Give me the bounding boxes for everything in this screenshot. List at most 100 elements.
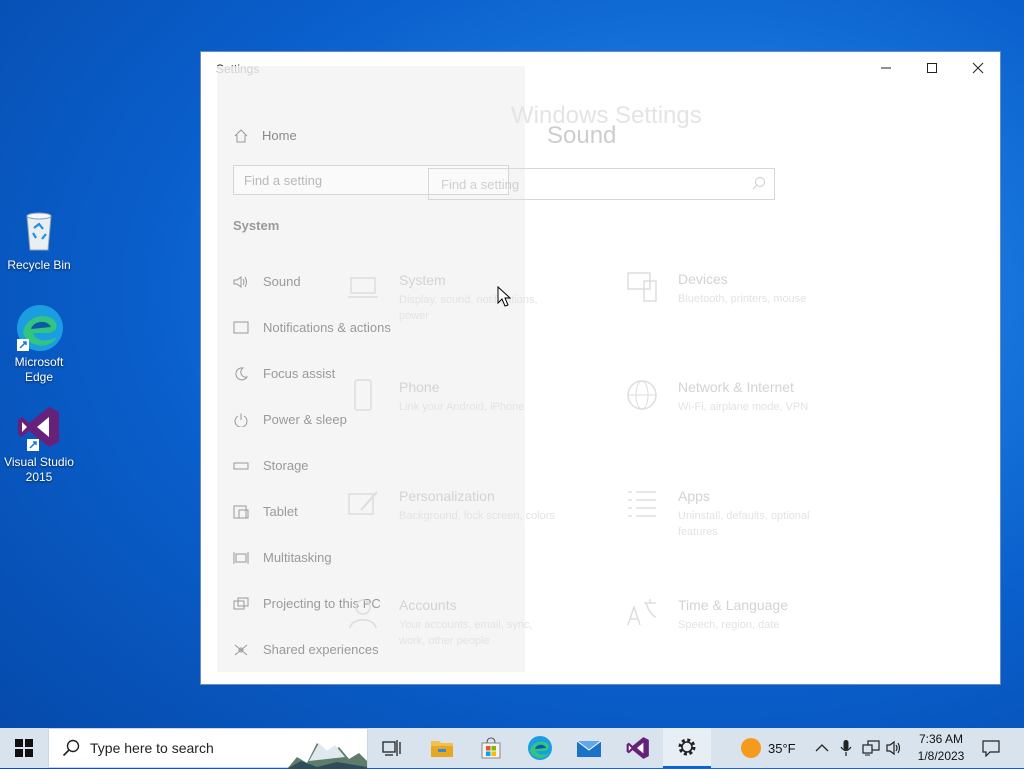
- weather-widget[interactable]: 35°F: [740, 728, 796, 768]
- speaker-icon: [886, 740, 901, 756]
- nav-home[interactable]: Home: [234, 128, 297, 143]
- clock[interactable]: 7:36 AM 1/8/2023: [906, 731, 976, 765]
- store-icon: [481, 737, 501, 759]
- network-button[interactable]: [862, 728, 880, 768]
- moon-icon: [235, 366, 249, 380]
- power-icon: [234, 413, 248, 427]
- desktop-icon-label: Visual Studio 2015: [4, 455, 74, 484]
- tile-desc: Your accounts, email, sync, work, other …: [399, 619, 533, 647]
- speaker-icon: [233, 275, 247, 288]
- search-highlight-image: [287, 743, 367, 769]
- start-button[interactable]: [0, 728, 48, 768]
- tile-desc: Uninstall, defaults, optional features: [678, 510, 810, 538]
- tile-name: Apps: [678, 488, 710, 504]
- edge-icon: [15, 303, 63, 351]
- nav-item-label: Multitasking: [263, 550, 332, 565]
- microsoft-store-button[interactable]: [467, 728, 515, 768]
- multitasking-icon: [233, 551, 249, 564]
- taskbar-search-box[interactable]: Type here to search: [48, 728, 368, 769]
- nav-item-storage[interactable]: Storage: [233, 458, 309, 473]
- gear-icon: [678, 738, 696, 756]
- tile-name: System: [399, 272, 446, 288]
- network-icon: [862, 740, 880, 756]
- shared-icon: [234, 644, 248, 655]
- weather-temp: 35°F: [768, 740, 796, 756]
- chevron-up-icon: [815, 744, 829, 752]
- minimize-icon: [881, 67, 891, 69]
- desktop-icon-visual-studio-2015[interactable]: Visual Studio 2015: [0, 403, 78, 485]
- file-explorer-button[interactable]: [418, 728, 466, 768]
- desktop-icon-label: Recycle Bin: [7, 258, 71, 272]
- show-hidden-icons-button[interactable]: [815, 728, 829, 768]
- nav-home-label: Home: [262, 128, 297, 143]
- clock-time: 7:36 AM: [918, 732, 964, 746]
- globe-icon: [627, 380, 657, 410]
- tile-desc: Background, lock screen, colors: [399, 510, 555, 522]
- notification-center-button[interactable]: [982, 728, 1000, 768]
- nav-item-tablet[interactable]: Tablet: [233, 504, 298, 519]
- tile-name: Personalization: [399, 488, 495, 504]
- task-view-button[interactable]: [368, 728, 416, 768]
- nav-item-label: Sound: [263, 274, 301, 289]
- folder-icon: [431, 741, 453, 757]
- nav-item-sound[interactable]: Sound: [233, 274, 301, 289]
- tile-name: Network & Internet: [678, 379, 794, 395]
- edge-taskbar-button[interactable]: [516, 728, 564, 768]
- clock-date: 1/8/2023: [917, 749, 965, 763]
- laptop-icon: [348, 277, 378, 298]
- nav-item-notifications[interactable]: Notifications & actions: [233, 320, 391, 335]
- tile-desc: Wi-Fi, airplane mode, VPN: [678, 401, 809, 413]
- settings-window[interactable]: Settings Home Find a setting System Soun…: [200, 51, 1001, 685]
- projecting-icon: [233, 597, 249, 609]
- notification-icon: [233, 321, 249, 333]
- search-icon: [752, 177, 765, 190]
- tile-name: Time & Language: [678, 597, 788, 613]
- desktop-icon-label: Microsoft Edge: [14, 355, 64, 384]
- nav-item-label: Notifications & actions: [263, 320, 391, 335]
- nav-item-label: Tablet: [263, 504, 298, 519]
- tile-name: Devices: [678, 271, 728, 287]
- maximize-button[interactable]: [909, 52, 955, 84]
- mouse-cursor-icon: [497, 286, 511, 307]
- sound-page-title: Sound: [547, 122, 617, 149]
- taskbar-search-placeholder: Type here to search: [90, 740, 214, 756]
- nav-item-label: Storage: [263, 458, 309, 473]
- volume-button[interactable]: [886, 728, 902, 768]
- tile-name: Phone: [399, 379, 440, 395]
- close-icon: [972, 62, 984, 74]
- nav-item-focus-assist[interactable]: Focus assist: [233, 366, 335, 381]
- edge-icon: [528, 736, 552, 760]
- time-language-icon: [627, 599, 657, 626]
- mail-button[interactable]: [565, 728, 613, 768]
- visual-studio-taskbar-button[interactable]: [614, 728, 662, 768]
- nav-item-label: Focus assist: [263, 366, 336, 381]
- task-view-icon: [382, 740, 401, 756]
- microphone-icon: [840, 740, 852, 756]
- taskbar: Type here to search 35°F 7:36 AM 1/8/202…: [0, 728, 1024, 769]
- nav-item-power-sleep[interactable]: Power & sleep: [233, 412, 347, 427]
- tile-name: Accounts: [399, 597, 457, 613]
- minimize-button[interactable]: [863, 52, 909, 84]
- tile-desc: Display, sound, notifications, power: [399, 294, 538, 322]
- devices-icon: [627, 272, 657, 302]
- settings-search-input[interactable]: Find a setting: [428, 168, 775, 200]
- storage-icon: [233, 462, 249, 469]
- settings-taskbar-button[interactable]: [663, 728, 711, 768]
- nav-item-multitasking[interactable]: Multitasking: [233, 550, 332, 565]
- nav-item-shared-experiences[interactable]: Shared experiences: [233, 642, 379, 657]
- phone-icon: [354, 379, 372, 411]
- nav-item-label: Shared experiences: [263, 642, 379, 657]
- search-icon: [62, 739, 80, 757]
- accounts-icon: [349, 599, 377, 629]
- search-placeholder: Find a setting: [441, 177, 520, 192]
- windows-logo-icon: [15, 739, 33, 757]
- nav-item-label: Power & sleep: [263, 412, 347, 427]
- tile-desc: Speech, region, date: [678, 619, 780, 631]
- desktop-icon-recycle-bin[interactable]: Recycle Bin: [0, 206, 78, 273]
- desktop-icon-microsoft-edge[interactable]: Microsoft Edge: [0, 303, 78, 385]
- tile-desc: Link your Android, iPhone: [399, 401, 525, 413]
- recycle-bin-icon: [15, 206, 63, 254]
- apps-icon: [628, 491, 656, 517]
- close-button[interactable]: [955, 52, 1000, 84]
- microphone-button[interactable]: [840, 728, 852, 768]
